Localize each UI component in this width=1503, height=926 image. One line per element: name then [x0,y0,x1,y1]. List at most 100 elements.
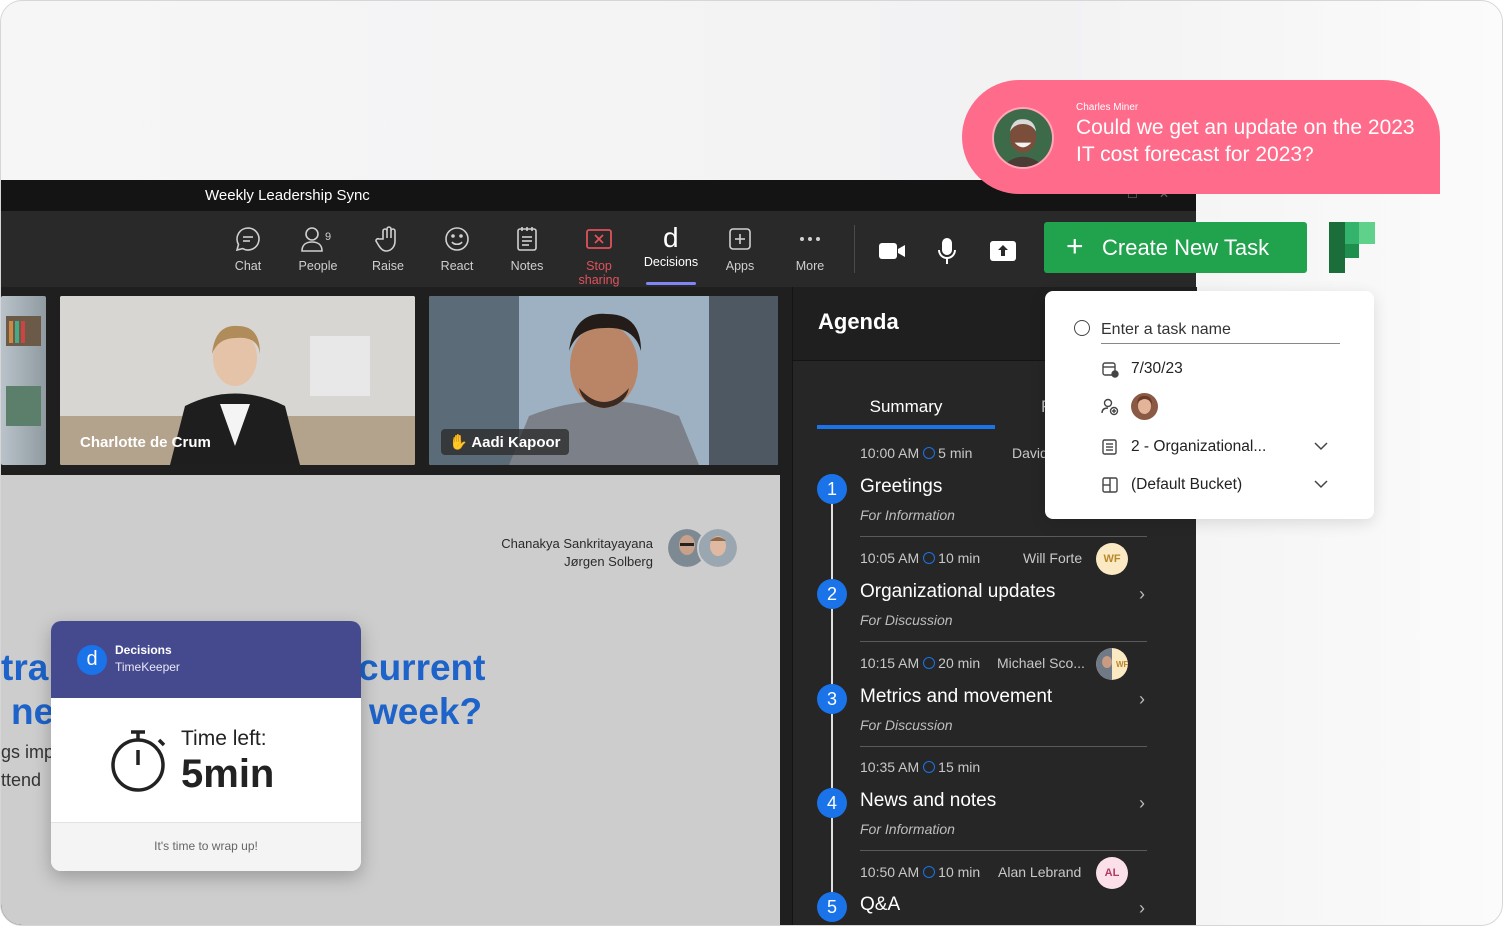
agenda-item[interactable]: 10:50 AM 10 min Alan Lebrand AL 5 Q&A › [793,857,1197,925]
calendar-icon [1102,362,1119,378]
create-new-task-label: Create New Task [1102,235,1270,260]
apps-label: Apps [725,259,755,273]
sender-name: Charles Miner [1076,102,1139,113]
participant-name: Aadi Kapoor [471,434,561,451]
agenda-item-number: 5 [817,892,847,922]
assignee-avatar[interactable] [1131,393,1158,420]
chat-notification[interactable]: Charles Miner Could we get an update on … [962,80,1440,194]
smiley-icon [445,227,469,251]
camera-button[interactable] [872,233,912,269]
agenda-item-type: For Information [860,821,955,837]
video-tile-charlotte[interactable]: Charlotte de Crum [60,296,415,465]
owner-avatar: WF [1096,543,1128,575]
decisions-logo-icon: d [663,225,679,253]
timekeeper-subtitle: TimeKeeper [115,660,180,674]
agenda-item-meta: 10:35 AM 15 min [860,759,981,775]
people-button[interactable]: 9 People [285,221,351,279]
agenda-item-title: Q&A [860,894,901,915]
notes-icon [517,227,537,251]
microphone-button[interactable] [927,233,967,269]
hand-icon [375,226,396,252]
react-button[interactable]: React [424,221,490,279]
agenda-item-meta: 10:05 AM 10 min [860,550,981,566]
raise-hand-button[interactable]: Raise [355,221,421,279]
video-tile-aadi[interactable]: ✋ Aadi Kapoor [429,296,778,465]
task-due-date[interactable]: 7/30/23 [1131,360,1183,378]
divider [860,641,1147,642]
clock-icon [923,657,936,669]
stop-sharing-button[interactable]: Stop sharing [565,221,633,287]
slide-question-line2-right: week? [369,691,483,732]
timekeeper-app-name: Decisions [115,643,172,657]
chat-icon [235,227,260,252]
stop-share-icon [586,229,612,249]
stop-sharing-label: Stop sharing [578,259,620,287]
decisions-label: Decisions [643,255,699,269]
chevron-right-icon[interactable]: › [1139,898,1145,919]
agenda-item-meta: 10:00 AM 5 min [860,445,973,461]
agenda-item[interactable]: 10:05 AM 10 min Will Forte WF 2 Organizat… [793,543,1197,654]
plus-icon: + [1066,230,1084,263]
agenda-item-owner: David [1012,445,1048,461]
agenda-item-owner: Michael Sco... [997,655,1085,671]
clock-icon [923,761,936,773]
owner-avatar: WF [1096,648,1128,680]
chevron-right-icon[interactable]: › [1139,793,1145,814]
add-app-icon [729,228,751,250]
chat-button[interactable]: Chat [215,221,281,279]
chevron-down-icon[interactable] [1313,478,1329,490]
chevron-right-icon[interactable]: › [1139,584,1145,605]
task-name-input[interactable] [1101,316,1340,344]
react-label: React [440,259,474,273]
notes-button[interactable]: Notes [494,221,560,279]
time-left-value: 5min [181,752,275,796]
agenda-item-title: Metrics and movement [860,686,1053,707]
slide-question-line1-right: current [358,647,486,688]
task-complete-radio[interactable] [1074,320,1090,336]
presenter-name: Jørgen Solberg [564,554,653,569]
agenda-item-number: 2 [817,579,847,609]
timekeeper-body: Time left: 5min [51,698,361,822]
agenda-item-title: Greetings [860,476,943,497]
video-tile-partial[interactable] [1,296,46,465]
participant-name-badge: ✋ Aadi Kapoor [441,429,569,455]
timekeeper-footer: It's time to wrap up! [51,822,361,871]
agenda-item-title: Organizational updates [860,581,1056,602]
participant-name: Charlotte de Crum [80,434,211,451]
camera-icon [879,243,905,259]
slide-question-line1-left: tra [1,647,49,688]
create-new-task-button[interactable]: + Create New Task [1044,222,1307,273]
raised-hand-icon: ✋ [449,434,468,451]
divider [860,850,1147,851]
agenda-item-number: 4 [817,788,847,818]
chat-label: Chat [234,259,262,273]
chevron-down-icon[interactable] [1313,440,1329,452]
task-plan-select[interactable]: 2 - Organizational... [1131,438,1266,456]
task-bucket-select[interactable]: (Default Bucket) [1131,476,1242,494]
tab-summary[interactable]: Summary [817,397,995,429]
divider [860,536,1147,537]
agenda-item-owner: Alan Lebrand [998,864,1082,880]
planner-logo-icon [1329,222,1375,273]
agenda-item-type: For Discussion [860,612,953,628]
microphone-icon [938,238,956,264]
toolbar-divider [854,225,855,273]
notes-label: Notes [510,259,544,273]
agenda-item[interactable]: 10:35 AM 15 min 4 News and notes For Info… [793,759,1197,863]
agenda-item-owner: Will Forte [1023,550,1083,566]
agenda-item-meta: 10:15 AM 20 min [860,655,981,671]
agenda-item-number: 1 [817,474,847,504]
bucket-icon [1102,477,1118,493]
decisions-app-button[interactable]: d Decisions [638,221,704,285]
clock-icon [923,447,936,459]
more-button[interactable]: More [777,221,843,279]
share-icon [990,241,1016,261]
share-button[interactable] [983,233,1023,269]
timekeeper-card: d Decisions TimeKeeper Time left: 5min I… [51,621,361,871]
apps-button[interactable]: Apps [707,221,773,279]
agenda-item[interactable]: 10:15 AM 20 min Michael Sco... WF 3 Metri… [793,648,1197,759]
meeting-title: Weekly Leadership Sync [205,187,370,204]
slide-question-line2-left: ne [11,691,55,732]
chevron-right-icon[interactable]: › [1139,689,1145,710]
agenda-item-type: For Discussion [860,717,953,733]
